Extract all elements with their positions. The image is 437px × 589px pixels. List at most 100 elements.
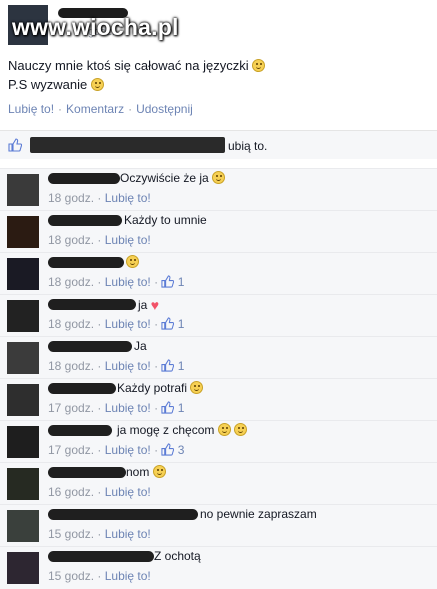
comment-text [126,255,139,269]
comment-text: ja ♥ [138,297,159,313]
thumbs-up-icon[interactable] [161,317,175,330]
comment-like-link[interactable]: Lubię to! [105,233,151,247]
comment: ja ♥ 18 godz. · Lubię to! · 1 [0,294,437,337]
separator: · [58,102,63,116]
comment-meta: 18 godz. · Lubię to! [48,191,151,205]
comment-like-link[interactable]: Lubię to! [105,359,151,373]
comment-timestamp[interactable]: 18 godz. [48,275,94,289]
comment-body: Z ochotą [154,549,201,563]
comment-text: Każdy to umnie [124,213,207,227]
comment-timestamp[interactable]: 16 godz. [48,485,94,499]
comment: Ja 18 godz. · Lubię to! · 1 [0,336,437,379]
share-link[interactable]: Udostępnij [136,102,193,116]
comment-like-link[interactable]: Lubię to! [105,527,151,541]
comment-body: Każdy to umnie [124,213,207,227]
comment-like-link[interactable]: Lubię to! [105,443,151,457]
heart-emoji-icon: ♥ [150,297,159,313]
comment-meta: 15 godz. · Lubię to! [48,527,151,541]
thumbs-up-icon[interactable] [161,443,175,456]
comment-timestamp[interactable]: 15 godz. [48,527,94,541]
comment-like-link[interactable]: Lubię to! [105,275,151,289]
separator: · [128,102,133,116]
commenter-avatar[interactable] [7,384,39,416]
commenter-avatar[interactable] [7,552,39,584]
comment-meta: 15 godz. · Lubię to! [48,569,151,583]
comment-meta: 18 godz. · Lubię to! · 1 [48,275,185,289]
likes-summary-bar: ubią to. [0,130,437,159]
comment-text: Każdy potrafi [117,381,204,395]
comment-link[interactable]: Komentarz [66,102,124,116]
wink-emoji-icon [152,465,166,478]
smile-emoji-icon [234,423,248,436]
thumbs-up-icon[interactable] [161,359,175,372]
comment-text: no pewnie zapraszam [200,507,317,521]
comment: Każdy potrafi 17 godz. · Lubię to! · 1 [0,378,437,421]
post-text-line-1: Nauczy mnie ktoś się całować na języczki [8,58,249,73]
commenter-avatar[interactable] [7,216,39,248]
comment-like-link[interactable]: Lubię to! [105,191,151,205]
comment: Z ochotą 15 godz. · Lubię to! [0,546,437,589]
comment-like-link[interactable]: Lubię to! [105,569,151,583]
comment-timestamp[interactable]: 18 godz. [48,191,94,205]
comment-timestamp[interactable]: 18 godz. [48,233,94,247]
censored-commenter-name [48,215,122,226]
comment-timestamp[interactable]: 17 godz. [48,443,94,457]
thumbs-up-icon[interactable] [161,401,175,414]
comment-text: Oczywiście że ja [120,171,226,185]
like-link[interactable]: Lubię to! [8,102,54,116]
comment-body: ja [138,298,148,312]
smile-emoji-icon [212,171,226,184]
comment: ja mogę z chęcom 17 godz. · Lubię to! · … [0,420,437,463]
comment-timestamp[interactable]: 17 godz. [48,401,94,415]
smile-emoji-icon [190,381,204,394]
post-text-line-2: P.S wyzwanie [8,77,88,92]
comment-like-count[interactable]: 1 [178,275,185,289]
censored-commenter-name [48,383,116,394]
comment-text: Z ochotą [154,549,201,563]
comment-body: ja mogę z chęcom [117,423,215,437]
comment-like-link[interactable]: Lubię to! [105,401,151,415]
watermark: www.wiocha.pl [12,14,179,40]
comment-text: nom [126,465,166,479]
comment-body: Ja [134,339,147,353]
smile-emoji-icon [90,78,104,91]
smile-emoji-icon [126,255,139,268]
comment-like-count[interactable]: 1 [178,359,185,373]
comment-meta: 18 godz. · Lubię to! [48,233,151,247]
likes-summary-text[interactable]: ubią to. [228,139,267,153]
comment: Oczywiście że ja 18 godz. · Lubię to! [0,168,437,211]
commenter-avatar[interactable] [7,174,39,206]
censored-commenter-name [48,299,136,310]
comment-timestamp[interactable]: 18 godz. [48,359,94,373]
commenter-avatar[interactable] [7,258,39,290]
censored-commenter-name [48,341,132,352]
censored-likers [30,137,225,153]
wink-emoji-icon [252,59,266,72]
comment-meta: 17 godz. · Lubię to! · 1 [48,401,185,415]
comment-text: Ja [134,339,147,353]
commenter-avatar[interactable] [7,468,39,500]
post: godz. www.wiocha.pl Nauczy mnie ktoś się… [0,0,437,130]
comment-body: nom [126,465,150,479]
comment: 18 godz. · Lubię to! · 1 [0,252,437,295]
comment-timestamp[interactable]: 15 godz. [48,569,94,583]
comment-like-link[interactable]: Lubię to! [105,485,151,499]
commenter-avatar[interactable] [7,426,39,458]
commenter-avatar[interactable] [7,342,39,374]
comment-like-link[interactable]: Lubię to! [105,317,151,331]
comment-like-count[interactable]: 3 [178,443,185,457]
comment-like-count[interactable]: 1 [178,401,185,415]
censored-commenter-name [48,173,120,184]
comment: no pewnie zapraszam 15 godz. · Lubię to! [0,504,437,547]
comment-meta: 18 godz. · Lubię to! · 1 [48,359,185,373]
post-actions: Lubię to! · Komentarz · Udostępnij [8,102,193,116]
thumbs-up-icon[interactable] [8,138,22,152]
thumbs-up-icon[interactable] [161,275,175,288]
comment-timestamp[interactable]: 18 godz. [48,317,94,331]
comment-like-count[interactable]: 1 [178,317,185,331]
commenter-avatar[interactable] [7,510,39,542]
commenter-avatar[interactable] [7,300,39,332]
wink-emoji-icon [217,423,231,436]
comment-body: Każdy potrafi [117,381,188,395]
comment-text: ja mogę z chęcom [117,423,248,437]
